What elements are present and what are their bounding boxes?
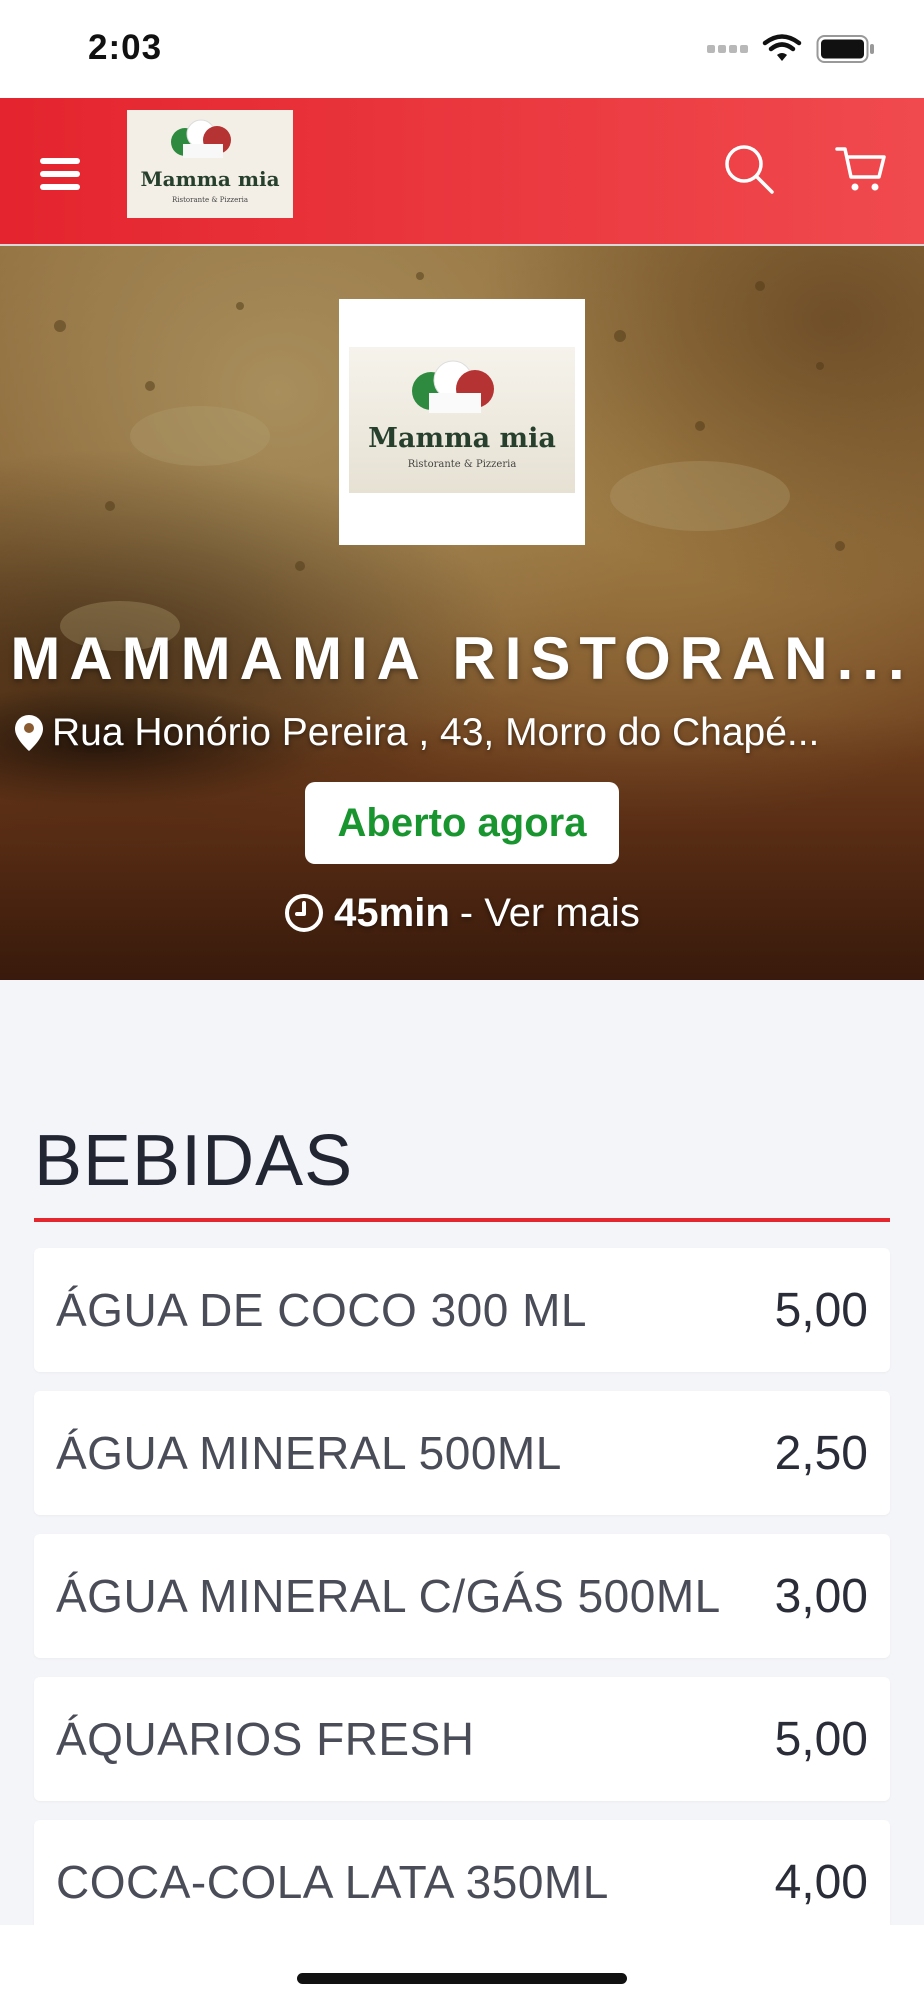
location-pin-icon xyxy=(15,715,43,751)
cart-icon xyxy=(835,147,886,191)
menu-item-price: 3,00 xyxy=(774,1569,868,1623)
restaurant-hero: Mamma mia Ristorante & Pizzeria MAMMAMIA… xyxy=(0,246,924,980)
wifi-icon xyxy=(762,34,802,61)
status-bar: 2:03 xyxy=(0,0,924,98)
restaurant-logo-inner: Mamma mia Ristorante & Pizzeria xyxy=(349,347,575,493)
chef-hat-logo: Mamma mia Ristorante & Pizzeria xyxy=(127,110,293,218)
menu-item-name: ÁGUA MINERAL C/GÁS 500ML xyxy=(56,1570,721,1622)
app-header: Mamma mia Ristorante & Pizzeria xyxy=(0,98,924,246)
hero-logo-brand: Mamma mia xyxy=(368,423,556,454)
menu-item-price: 5,00 xyxy=(774,1712,868,1766)
header-logo-tagline: Ristorante & Pizzeria xyxy=(172,196,248,204)
clock-icon xyxy=(285,894,324,932)
category-title: BEBIDAS xyxy=(34,1121,354,1201)
cart-button[interactable] xyxy=(826,134,896,204)
battery-icon xyxy=(816,35,874,63)
home-indicator[interactable] xyxy=(297,1973,627,1984)
delivery-time: 45min xyxy=(334,890,450,935)
menu-item[interactable]: ÁGUA MINERAL C/GÁS 500ML 3,00 xyxy=(34,1534,890,1658)
menu-item[interactable]: ÁGUA DE COCO 300 ML 5,00 xyxy=(34,1248,890,1372)
menu-item-name: ÁGUA MINERAL 500ML xyxy=(56,1427,562,1479)
menu-item-name: ÁQUARIOS FRESH xyxy=(56,1713,475,1765)
restaurant-logo: Mamma mia Ristorante & Pizzeria xyxy=(339,299,585,545)
open-status-badge: Aberto agora xyxy=(305,782,619,864)
menu-item[interactable]: ÁGUA MINERAL 500ML 2,50 xyxy=(34,1391,890,1515)
restaurant-address: Rua Honório Pereira , 43, Morro do Chapé… xyxy=(52,711,820,754)
see-more-link[interactable]: - Ver mais xyxy=(460,891,640,936)
header-logo[interactable]: Mamma mia Ristorante & Pizzeria xyxy=(127,110,293,218)
menu-button[interactable] xyxy=(28,142,92,206)
menu-item-name: COCA-COLA LATA 350ML xyxy=(56,1856,609,1908)
menu-item-list: ÁGUA DE COCO 300 ML 5,00 ÁGUA MINERAL 50… xyxy=(34,1248,890,1963)
menu-item-price: 5,00 xyxy=(774,1283,868,1337)
status-icons xyxy=(707,34,876,64)
status-time: 2:03 xyxy=(88,28,163,67)
hamburger-menu-icon xyxy=(40,158,80,190)
restaurant-name: MAMMAMIA RISTORAN... xyxy=(10,625,914,692)
hero-logo-tagline: Ristorante & Pizzeria xyxy=(408,459,517,470)
category-divider xyxy=(34,1218,890,1222)
delivery-info[interactable]: 45min - Ver mais xyxy=(0,888,924,938)
search-icon xyxy=(725,145,774,194)
chef-hat-logo-large: Mamma mia Ristorante & Pizzeria xyxy=(368,360,556,470)
home-bar-area xyxy=(0,1925,924,2000)
menu-item-price: 2,50 xyxy=(774,1426,868,1480)
search-button[interactable] xyxy=(714,134,784,204)
menu-item[interactable]: ÁQUARIOS FRESH 5,00 xyxy=(34,1677,890,1801)
header-logo-brand: Mamma mia xyxy=(140,167,279,191)
address-row: Rua Honório Pereira , 43, Morro do Chapé… xyxy=(14,708,914,758)
menu-item-name: ÁGUA DE COCO 300 ML xyxy=(56,1284,587,1336)
menu-item-price: 4,00 xyxy=(774,1855,868,1909)
cellular-signal-icon xyxy=(707,45,748,53)
